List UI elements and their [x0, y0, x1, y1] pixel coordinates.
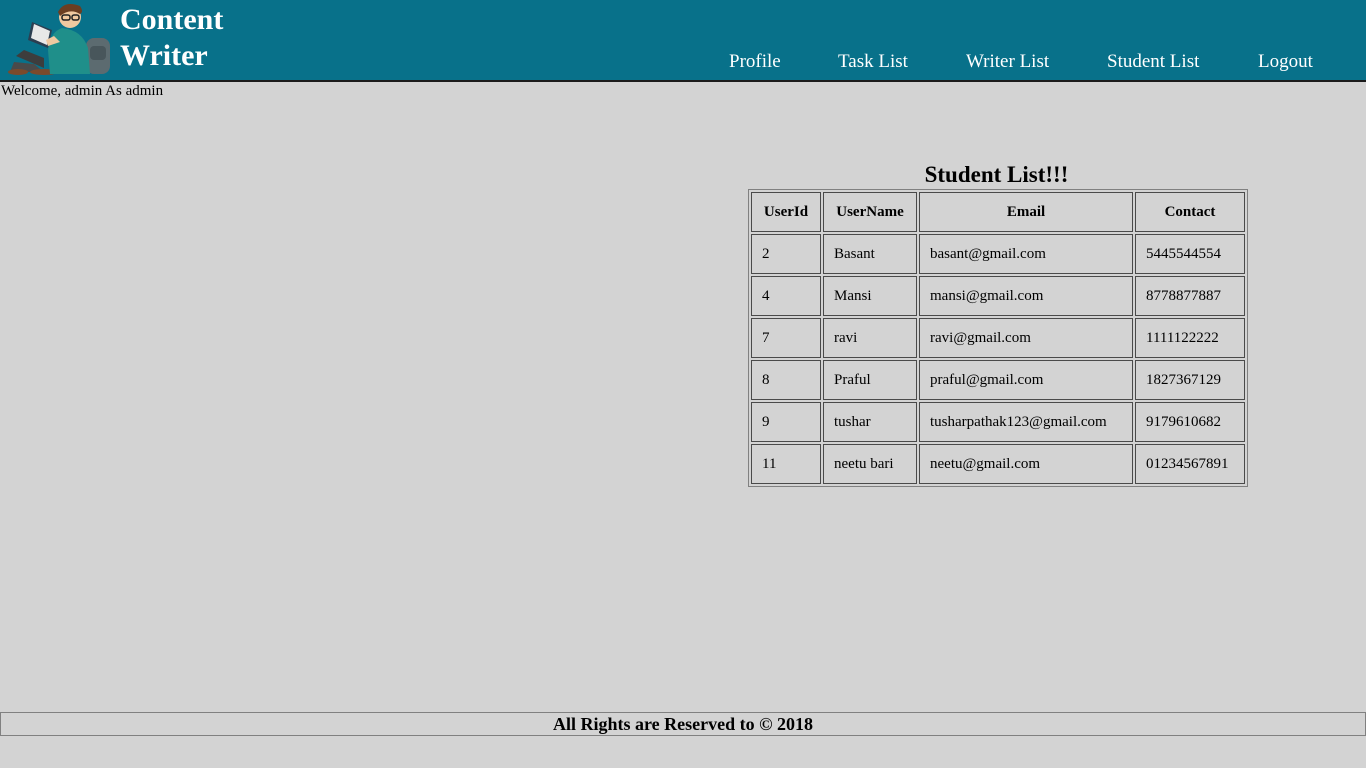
cell-email: neetu@gmail.com	[919, 444, 1133, 484]
table-header-row: UserId UserName Email Contact	[751, 192, 1245, 232]
cell-userid: 11	[751, 444, 821, 484]
table-row: 8 Praful praful@gmail.com 1827367129	[751, 360, 1245, 400]
cell-username: Mansi	[823, 276, 917, 316]
cell-email: tusharpathak123@gmail.com	[919, 402, 1133, 442]
cell-username: ravi	[823, 318, 917, 358]
column-header-username: UserName	[823, 192, 917, 232]
cell-userid: 4	[751, 276, 821, 316]
cell-contact: 9179610682	[1135, 402, 1245, 442]
welcome-message: Welcome, admin As admin	[1, 83, 164, 99]
cell-email: mansi@gmail.com	[919, 276, 1133, 316]
nav-task-list[interactable]: Task List	[838, 49, 908, 75]
cell-userid: 9	[751, 402, 821, 442]
cell-username: tushar	[823, 402, 917, 442]
cell-userid: 7	[751, 318, 821, 358]
nav-profile[interactable]: Profile	[729, 49, 781, 75]
column-header-email: Email	[919, 192, 1133, 232]
cell-email: basant@gmail.com	[919, 234, 1133, 274]
cell-email: ravi@gmail.com	[919, 318, 1133, 358]
cell-contact: 1827367129	[1135, 360, 1245, 400]
student-table: UserId UserName Email Contact 2 Basant b…	[748, 189, 1248, 487]
student-reading-logo-icon	[4, 0, 112, 80]
cell-contact: 8778877887	[1135, 276, 1245, 316]
cell-email: praful@gmail.com	[919, 360, 1133, 400]
brand-title: Content Writer	[120, 2, 300, 74]
brand-line-1: Content	[120, 3, 224, 36]
column-header-contact: Contact	[1135, 192, 1245, 232]
cell-userid: 8	[751, 360, 821, 400]
table-row: 7 ravi ravi@gmail.com 1111122222	[751, 318, 1245, 358]
table-row: 4 Mansi mansi@gmail.com 8778877887	[751, 276, 1245, 316]
table-title: Student List!!!	[924, 162, 1069, 187]
cell-username: Praful	[823, 360, 917, 400]
cell-contact: 01234567891	[1135, 444, 1245, 484]
column-header-userid: UserId	[751, 192, 821, 232]
cell-username: Basant	[823, 234, 917, 274]
header-bar: Content Writer Profile Task List Writer …	[0, 0, 1366, 82]
cell-contact: 1111122222	[1135, 318, 1245, 358]
nav-student-list[interactable]: Student List	[1107, 49, 1199, 75]
nav-writer-list[interactable]: Writer List	[966, 49, 1049, 75]
table-row: 11 neetu bari neetu@gmail.com 0123456789…	[751, 444, 1245, 484]
table-row: 2 Basant basant@gmail.com 5445544554	[751, 234, 1245, 274]
cell-username: neetu bari	[823, 444, 917, 484]
cell-userid: 2	[751, 234, 821, 274]
nav-logout[interactable]: Logout	[1258, 49, 1313, 75]
brand-line-2: Writer	[120, 39, 208, 72]
footer-copyright: All Rights are Reserved to © 2018	[0, 712, 1366, 736]
cell-contact: 5445544554	[1135, 234, 1245, 274]
table-row: 9 tushar tusharpathak123@gmail.com 91796…	[751, 402, 1245, 442]
